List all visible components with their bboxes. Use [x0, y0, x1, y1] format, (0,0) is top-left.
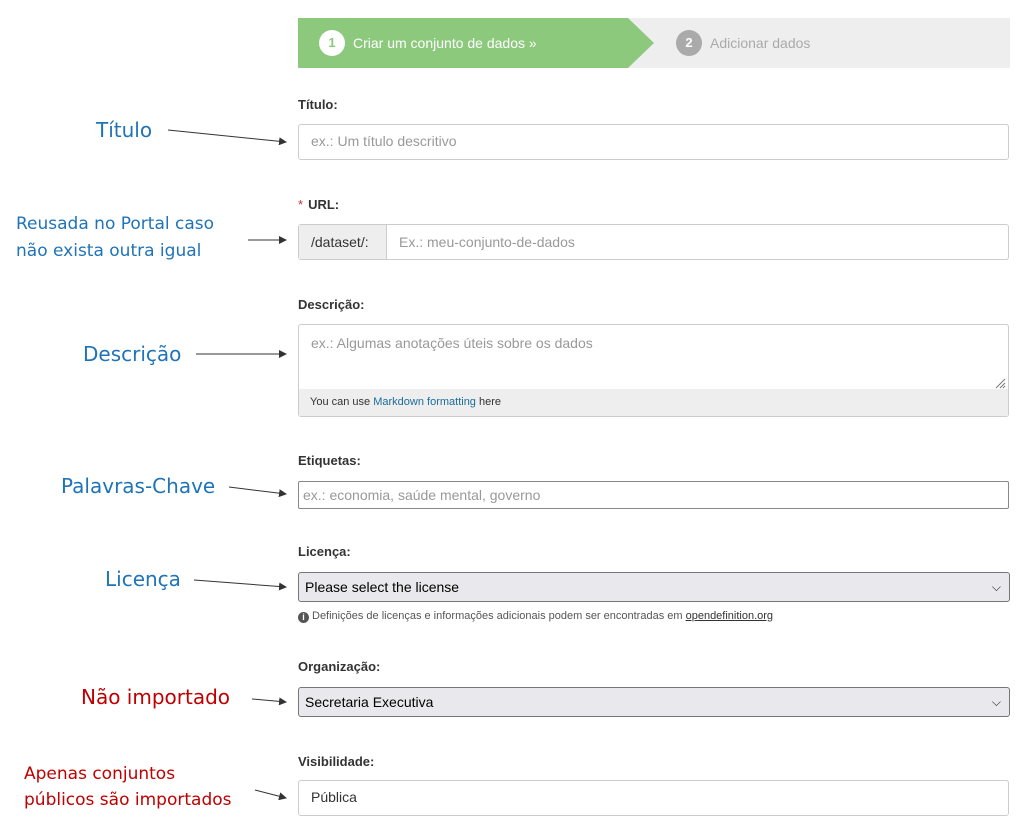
- annotation-arrows: [167, 129, 287, 801]
- arrow-tags: [228, 486, 287, 498]
- arrow-visibility: [254, 789, 287, 801]
- arrow-title: [167, 129, 287, 146]
- arrow-license: [193, 579, 287, 591]
- arrow-organization: [251, 697, 287, 706]
